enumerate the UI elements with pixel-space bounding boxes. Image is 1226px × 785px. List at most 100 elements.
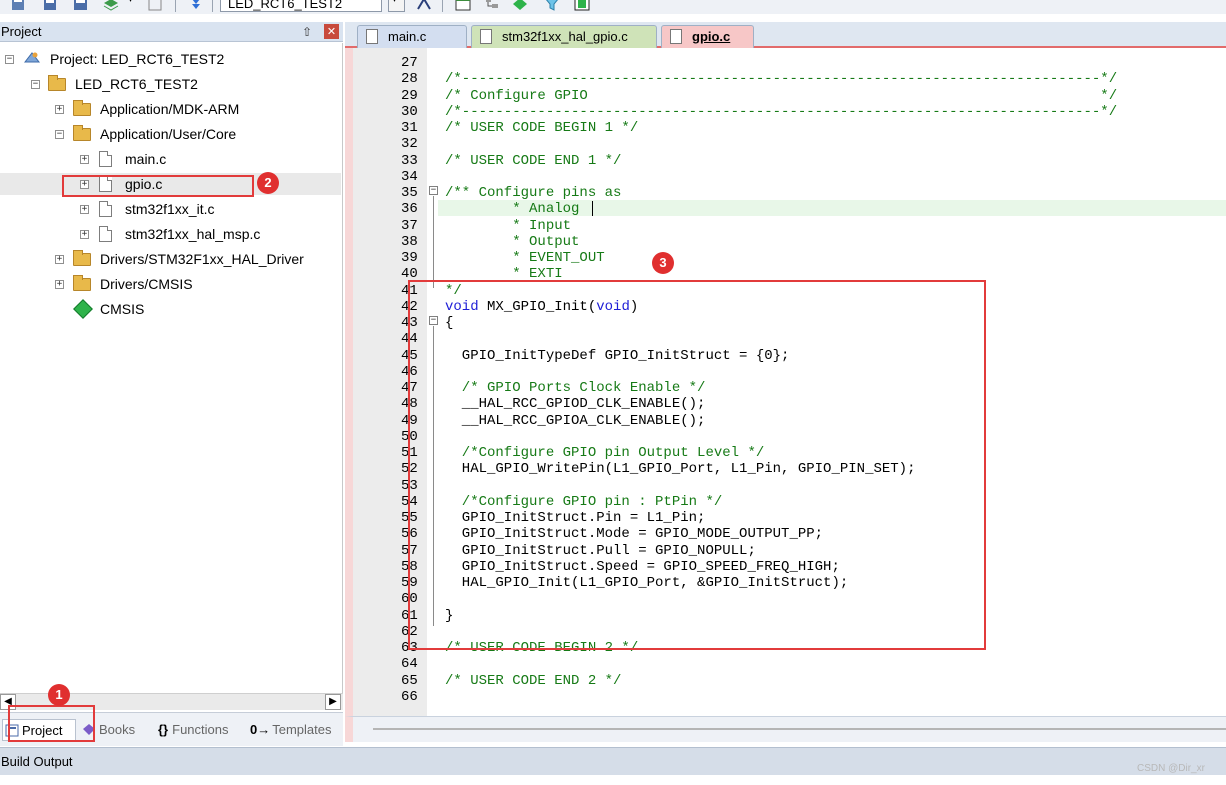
- line-number: 39: [401, 250, 418, 266]
- watermark: CSDN @Dir_xr: [1137, 763, 1205, 774]
- code-line[interactable]: 34: [353, 169, 1223, 185]
- tab-templates-label: Templates: [272, 722, 332, 737]
- tree-item-folder[interactable]: + Drivers/CMSIS: [0, 273, 343, 295]
- code-line[interactable]: 65 /* USER CODE END 2 */: [353, 673, 1223, 689]
- expand-icon[interactable]: +: [80, 230, 89, 239]
- collapse-icon[interactable]: −: [31, 80, 40, 89]
- code-line[interactable]: 35 /** Configure pins as: [353, 185, 1223, 201]
- tree-item-label: stm32f1xx_it.c: [125, 201, 215, 217]
- tree-item-project[interactable]: − Project: LED_RCT6_TEST2: [0, 48, 343, 70]
- status-strip: [0, 775, 1226, 785]
- tree-item-file[interactable]: + stm32f1xx_it.c: [0, 198, 343, 220]
- code-line[interactable]: 28 /*------------------------------------…: [353, 71, 1223, 87]
- tab-label: gpio.c: [692, 29, 731, 44]
- build-output-bar[interactable]: Build Output: [0, 747, 1226, 775]
- tree-item-label: Application/User/Core: [100, 126, 237, 142]
- build-icon[interactable]: [10, 0, 26, 11]
- line-number: 31: [401, 120, 418, 136]
- annotation-box-1: [8, 705, 95, 742]
- code-line[interactable]: 39 * EVENT_OUT: [353, 250, 1223, 266]
- target-select[interactable]: LED_RCT6_TEST2: [220, 0, 382, 12]
- diamond-icon[interactable]: [512, 0, 528, 11]
- tree-icon[interactable]: [484, 0, 500, 11]
- close-icon[interactable]: ✕: [324, 24, 339, 39]
- code-line[interactable]: 29 /* Configure GPIO */: [353, 88, 1223, 104]
- tab-stm32f1xx-hal-gpio-c[interactable]: stm32f1xx_hal_gpio.c: [471, 25, 657, 48]
- target-dropdown-button[interactable]: ▾: [388, 0, 405, 12]
- tree-item-label: main.c: [125, 151, 167, 167]
- code-line[interactable]: 38 * Output: [353, 234, 1223, 250]
- tab-templates[interactable]: 0→ Templates: [250, 719, 340, 741]
- funnel-icon[interactable]: [544, 0, 560, 11]
- line-number: 36: [401, 201, 418, 218]
- code-line[interactable]: 31 /* USER CODE BEGIN 1 */: [353, 120, 1223, 136]
- code-text: * Output: [445, 233, 580, 250]
- save-all-icon[interactable]: [73, 0, 89, 11]
- tree-item-file[interactable]: + main.c: [0, 148, 343, 170]
- code-line[interactable]: 33 /* USER CODE END 1 */: [353, 153, 1223, 169]
- code-text: /*--------------------------------------…: [445, 103, 1118, 120]
- toolbar-separator: [175, 0, 176, 12]
- expand-icon[interactable]: +: [80, 205, 89, 214]
- code-line[interactable]: 36 * Analog: [353, 201, 1223, 217]
- file-icon: [480, 29, 492, 44]
- code-line[interactable]: 64: [353, 656, 1223, 672]
- tab-functions-label: Functions: [172, 722, 229, 737]
- line-number: 37: [401, 217, 418, 234]
- window-icon[interactable]: [455, 0, 471, 11]
- build-output-label: Build Output: [1, 754, 73, 769]
- tree-item-cmsis[interactable]: CMSIS: [0, 298, 343, 320]
- tree-item-label: stm32f1xx_hal_msp.c: [125, 226, 261, 242]
- tab-gpio-c[interactable]: gpio.c: [661, 25, 754, 48]
- tab-main-c[interactable]: main.c: [357, 25, 467, 48]
- scrollbar-track[interactable]: [373, 728, 1226, 730]
- code-line[interactable]: 32: [353, 136, 1223, 152]
- layers-icon[interactable]: [103, 0, 119, 11]
- tree-item-label: CMSIS: [100, 301, 145, 317]
- tree-item-target[interactable]: − LED_RCT6_TEST2: [0, 73, 343, 95]
- code-line[interactable]: 30 /*------------------------------------…: [353, 104, 1223, 120]
- text-caret: [592, 201, 593, 216]
- templates-icon: 0→: [250, 722, 271, 737]
- expand-icon[interactable]: +: [80, 155, 89, 164]
- tree-item-folder[interactable]: + Application/MDK-ARM: [0, 98, 343, 120]
- scroll-right-icon[interactable]: ▶: [325, 694, 341, 710]
- project-icon: [23, 52, 41, 63]
- line-number: 38: [401, 233, 418, 250]
- toolbar-separator: [442, 0, 443, 12]
- download-icon[interactable]: [188, 0, 204, 11]
- chevron-down-icon[interactable]: ▾: [128, 0, 133, 5]
- project-tree: − Project: LED_RCT6_TEST2 − LED_RCT6_TES…: [0, 43, 343, 693]
- expand-icon[interactable]: +: [55, 105, 64, 114]
- collapse-icon[interactable]: −: [5, 55, 14, 64]
- editor-horizontal-scrollbar[interactable]: [345, 716, 1226, 742]
- annotation-badge-3: 3: [652, 252, 674, 274]
- save-icon[interactable]: [42, 0, 58, 11]
- code-line[interactable]: 66: [353, 689, 1223, 705]
- tree-item-folder[interactable]: + Drivers/STM32F1xx_HAL_Driver: [0, 248, 343, 270]
- collapse-icon[interactable]: −: [55, 130, 64, 139]
- line-number: 28: [401, 71, 418, 88]
- tree-item-file[interactable]: + stm32f1xx_hal_msp.c: [0, 223, 343, 245]
- code-line[interactable]: 37 * Input: [353, 218, 1223, 234]
- copy-icon[interactable]: [147, 0, 163, 11]
- compass-icon[interactable]: [416, 0, 432, 11]
- code-text: /* USER CODE END 2 */: [445, 672, 622, 689]
- annotation-box-3: [408, 280, 986, 650]
- code-text: /* USER CODE END 1 */: [445, 152, 622, 169]
- toolbar-separator: [212, 0, 213, 12]
- tree-item-folder[interactable]: − Application/User/Core: [0, 123, 343, 145]
- expand-icon[interactable]: +: [55, 280, 64, 289]
- chip-icon[interactable]: [574, 0, 590, 11]
- code-text: /** Configure pins as: [445, 185, 622, 201]
- file-icon: [99, 201, 112, 217]
- tree-item-label: LED_RCT6_TEST2: [75, 76, 198, 92]
- code-line[interactable]: 27: [353, 55, 1223, 71]
- folder-icon: [73, 100, 91, 116]
- expand-icon[interactable]: +: [55, 255, 64, 264]
- tab-functions[interactable]: {} Functions: [158, 719, 244, 741]
- code-text: * EVENT_OUT: [445, 250, 605, 266]
- pin-icon[interactable]: ⇧: [302, 25, 312, 39]
- fold-icon[interactable]: −: [429, 186, 438, 195]
- annotation-badge-2: 2: [257, 172, 279, 194]
